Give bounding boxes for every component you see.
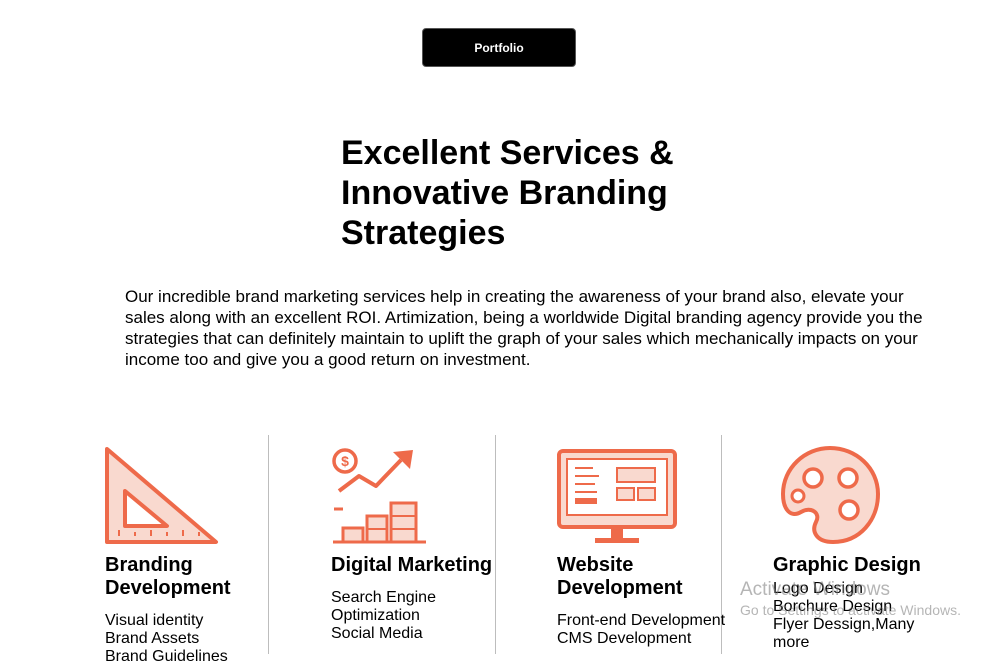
service-item: Borchure Design bbox=[773, 598, 893, 615]
service-title: Digital Marketing bbox=[331, 554, 493, 576]
monitor-icon bbox=[557, 449, 677, 543]
service-graphic-design: Graphic Design Logo Design Borchure Desi… bbox=[773, 446, 943, 652]
service-item: Brand Guidelines bbox=[105, 648, 228, 665]
service-title: Graphic Design bbox=[773, 554, 921, 576]
palette-icon bbox=[781, 446, 880, 544]
svg-text:$: $ bbox=[341, 453, 349, 469]
page-title: Excellent Services & Innovative Branding… bbox=[341, 134, 674, 252]
portfolio-button[interactable]: Portfolio bbox=[422, 28, 576, 67]
service-item: Search Engine Optimization bbox=[331, 589, 436, 624]
service-item: Brand Assets bbox=[105, 630, 200, 647]
service-item: CMS Development bbox=[557, 630, 692, 647]
service-title: Branding Development bbox=[105, 554, 231, 599]
set-square-icon bbox=[105, 447, 218, 544]
service-item: Flyer Dessign,Many more bbox=[773, 616, 915, 651]
service-branding: Branding Development Visual identity Bra… bbox=[105, 446, 275, 666]
service-item: Visual identity bbox=[105, 612, 204, 629]
growth-chart-icon: $ bbox=[332, 448, 426, 544]
service-title: Website Development bbox=[557, 554, 683, 599]
intro-paragraph: Our incredible brand marketing services … bbox=[125, 287, 923, 369]
service-item: Logo Design bbox=[773, 580, 863, 597]
service-digital-marketing: $ Digital Marketing Search Engine Optimi… bbox=[331, 446, 501, 643]
service-website: Website Development Front-end Developmen… bbox=[557, 446, 727, 648]
service-item: Social Media bbox=[331, 625, 423, 642]
service-item: Front-end Development bbox=[557, 612, 726, 629]
